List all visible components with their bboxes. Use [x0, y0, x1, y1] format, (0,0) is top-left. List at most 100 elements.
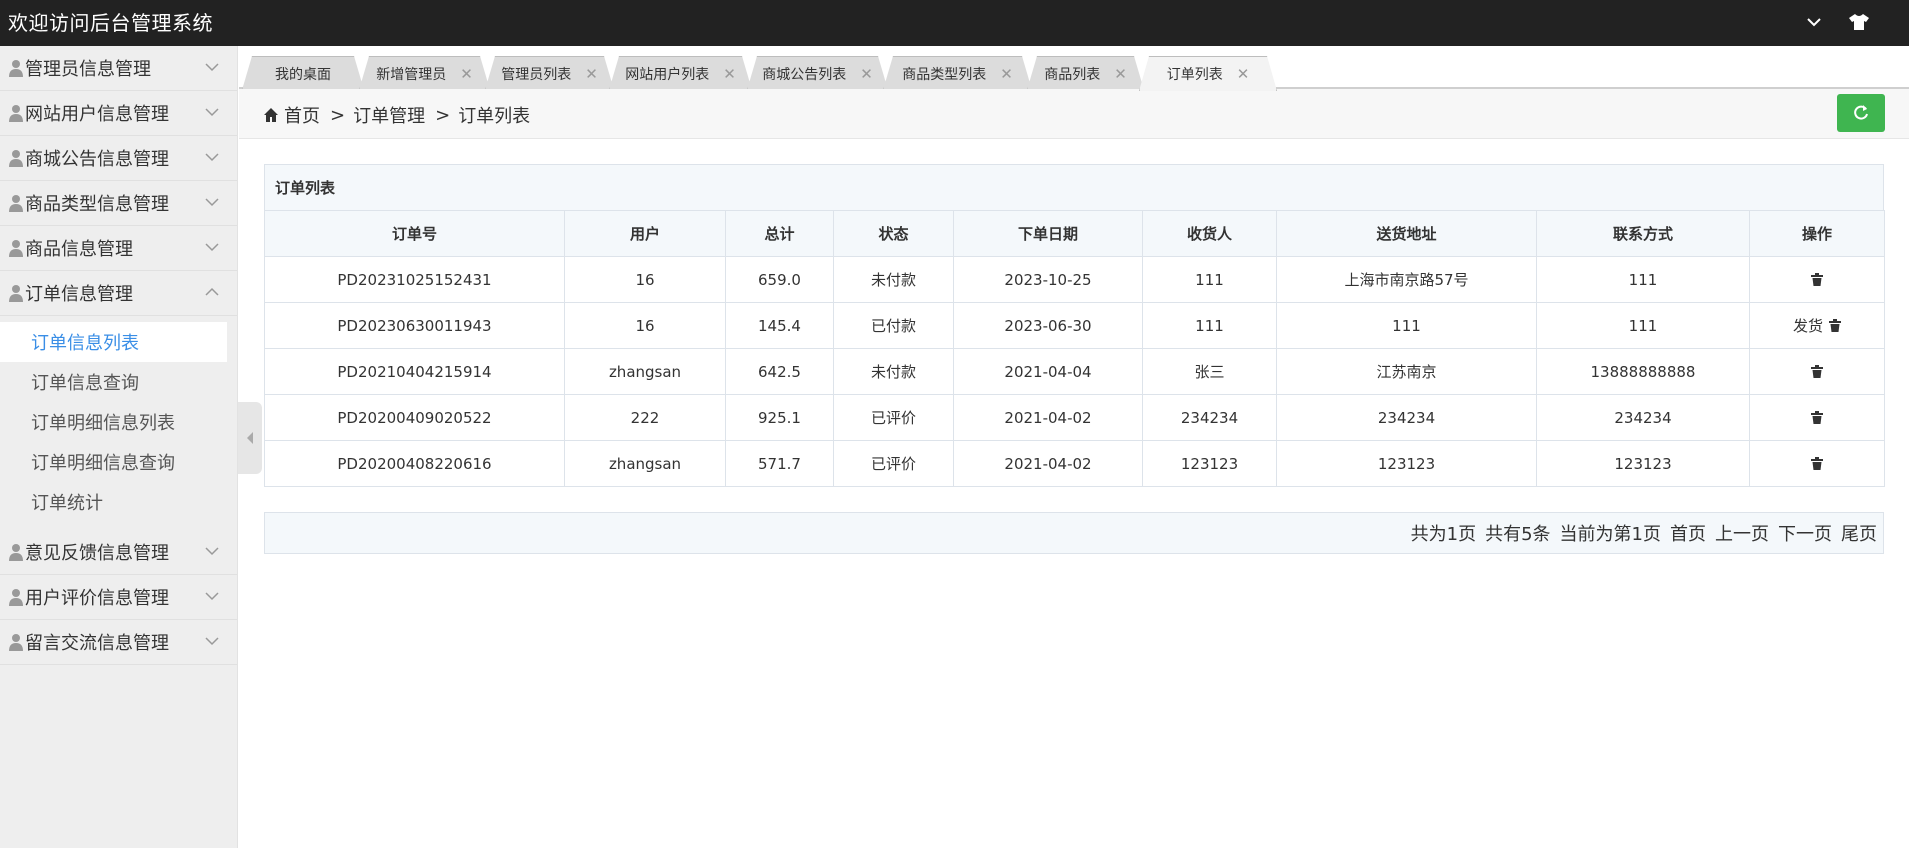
sidebar-subitem[interactable]: 订单统计 [0, 482, 237, 522]
breadcrumb-bar: 首页 > 订单管理 > 订单列表 [239, 89, 1909, 139]
refresh-icon [1854, 105, 1868, 120]
caret-left-icon [247, 432, 253, 444]
sidebar-group[interactable]: 意见反馈信息管理 [0, 530, 237, 575]
trash-icon[interactable] [1811, 364, 1823, 378]
sidebar-group[interactable]: 商品类型信息管理 [0, 181, 237, 226]
pager-total-rows: 共有5条 [1485, 524, 1551, 545]
pager-prev-link[interactable]: 上一页 [1715, 520, 1769, 546]
table-row: PD20200408220616 zhangsan 571.7 已评价 2021-04-… [264, 440, 1885, 487]
tab-strip: 我的桌面 新增管理员 ✕ 管理员列表 ✕ 网站用户列表 ✕ 商城公告列表 ✕ 商品类型列表 ✕ 商品列… [239, 46, 1909, 89]
tab-item[interactable]: 商品类型列表 ✕ [883, 56, 1032, 90]
refresh-button[interactable] [1837, 94, 1885, 132]
sidebar-group-order[interactable]: 订单信息管理 [0, 271, 237, 316]
sidebar-group[interactable]: 用户评价信息管理 [0, 575, 237, 620]
table-cell: 111 [1276, 302, 1537, 349]
sidebar-collapse-handle[interactable] [238, 402, 262, 474]
pager-first-link[interactable]: 首页 [1670, 520, 1706, 546]
actions-cell [1749, 440, 1885, 487]
table-cell: PD20210404215914 [264, 348, 565, 395]
chevron-down-icon [205, 153, 219, 162]
table-cell: 16 [564, 256, 726, 303]
sidebar-group[interactable]: 商城公告信息管理 [0, 136, 237, 181]
sidebar-group-label: 网站用户信息管理 [25, 104, 169, 125]
close-icon[interactable]: ✕ [1114, 65, 1127, 83]
tab-item[interactable]: 商城公告列表 ✕ [747, 56, 888, 90]
table-cell: 未付款 [833, 348, 954, 395]
user-icon [9, 105, 23, 122]
user-icon [9, 150, 23, 167]
close-icon[interactable]: ✕ [860, 65, 873, 83]
breadcrumb-home[interactable]: 首页 [284, 102, 320, 128]
sidebar-group[interactable]: 留言交流信息管理 [0, 620, 237, 665]
sidebar-group-label: 商品信息管理 [25, 239, 133, 260]
pager-total-pages: 共为1页 [1410, 524, 1477, 545]
table-cell: 123123 [1536, 440, 1750, 487]
sidebar-group[interactable]: 商品信息管理 [0, 226, 237, 271]
home-icon [264, 108, 278, 122]
sidebar-group[interactable]: 网站用户信息管理 [0, 91, 237, 136]
close-icon[interactable]: ✕ [1000, 65, 1013, 83]
chevron-down-icon [205, 547, 219, 556]
table-cell: 已评价 [833, 394, 954, 441]
tab-item[interactable]: 新增管理员 ✕ [359, 56, 490, 90]
sidebar-subitem[interactable]: 订单明细信息列表 [0, 402, 237, 442]
tab-item[interactable]: 网站用户列表 ✕ [609, 56, 752, 90]
user-icon [9, 589, 23, 606]
user-icon [9, 634, 23, 651]
table-cell: 111 [1142, 302, 1277, 349]
order-submenu: 订单信息列表 订单信息查询 订单明细信息列表 订单明细信息查询 订单统计 [0, 316, 237, 530]
sidebar-subitem[interactable]: 订单信息查询 [0, 362, 237, 402]
close-icon[interactable]: ✕ [723, 65, 736, 83]
tab-item[interactable]: 管理员列表 ✕ [485, 56, 614, 90]
pagination: 共为1页 共有5条 当前为第1页 首页 上一页 下一页 尾页 [264, 512, 1884, 554]
close-icon[interactable]: ✕ [460, 65, 473, 83]
table-row: PD20200409020522 222 925.1 已评价 2021-04-02 234… [264, 394, 1885, 441]
column-header: 联系方式 [1536, 210, 1750, 257]
sidebar-subitem[interactable]: 订单明细信息查询 [0, 442, 237, 482]
tab-item[interactable]: 商品列表 ✕ [1027, 56, 1144, 90]
table-cell: 2023-10-25 [953, 256, 1143, 303]
chevron-up-icon [205, 287, 219, 296]
trash-icon[interactable] [1811, 456, 1823, 470]
sidebar-group[interactable]: 管理员信息管理 [0, 46, 237, 91]
table-cell: zhangsan [564, 440, 726, 487]
pager-next-link[interactable]: 下一页 [1778, 520, 1832, 546]
breadcrumb-separator: > [330, 104, 346, 126]
shirt-icon[interactable] [1845, 8, 1873, 36]
table-cell: PD20200408220616 [264, 440, 565, 487]
table-cell: 已评价 [833, 440, 954, 487]
breadcrumb-separator: > [435, 104, 451, 126]
table-header-row: 订单号 用户 总计 状态 下单日期 收货人 送货地址 联系方式 操作 [264, 210, 1885, 257]
table-cell: 571.7 [725, 440, 834, 487]
trash-icon[interactable] [1829, 319, 1841, 332]
trash-icon[interactable] [1811, 410, 1823, 424]
column-header: 总计 [725, 210, 834, 257]
table-cell: 659.0 [725, 256, 834, 303]
sidebar-group-label: 订单信息管理 [25, 284, 133, 305]
table-cell: 2023-06-30 [953, 302, 1143, 349]
breadcrumb-level2: 订单列表 [458, 106, 531, 127]
table-row: PD20231025152431 16 659.0 未付款 2023-10-25 111 上… [264, 256, 1885, 303]
table-cell: 13888888888 [1536, 348, 1750, 395]
sidebar-group-label: 留言交流信息管理 [25, 633, 169, 654]
chevron-down-icon[interactable] [1800, 8, 1828, 36]
close-icon[interactable]: ✕ [1237, 65, 1250, 83]
trash-icon[interactable] [1811, 272, 1823, 286]
table-cell: 2021-04-02 [953, 394, 1143, 441]
chevron-down-icon [205, 198, 219, 207]
actions-cell [1749, 256, 1885, 303]
ship-button[interactable]: 发货 [1793, 317, 1823, 335]
pager-last-link[interactable]: 尾页 [1841, 520, 1877, 546]
table-cell: zhangsan [564, 348, 726, 395]
table-row: PD20210404215914 zhangsan 642.5 未付款 2021-04-… [264, 348, 1885, 395]
chevron-down-icon [205, 243, 219, 252]
tab-item[interactable]: 我的桌面 [242, 56, 364, 90]
order-table: 订单号 用户 总计 状态 下单日期 收货人 送货地址 联系方式 操作 PD20231025152… [264, 210, 1885, 487]
sidebar-subitem[interactable]: 订单信息列表 [0, 322, 227, 362]
tab-item[interactable]: 订单列表 ✕ [1139, 56, 1277, 91]
chevron-down-icon [205, 637, 219, 646]
close-icon[interactable]: ✕ [585, 65, 598, 83]
tab-label: 商品类型列表 [902, 66, 987, 83]
table-cell: 已付款 [833, 302, 954, 349]
table-cell: 江苏南京 [1276, 348, 1537, 395]
